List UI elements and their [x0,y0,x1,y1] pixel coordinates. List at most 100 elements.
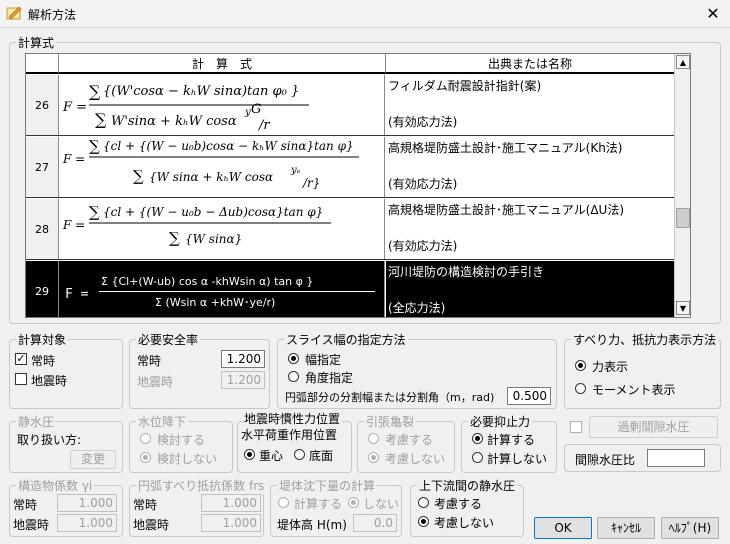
formula-29-denominator: Σ (Wsin α +khW･ye/r) [155,296,276,309]
display-label: すべり力、抵抗力表示方法 [571,331,719,348]
help-button[interactable]: ﾍﾙﾌﾟ(H) [661,517,719,539]
row-number: 29 [26,261,59,317]
scroll-down-icon[interactable]: ▼ [676,301,690,315]
safety-normal-input[interactable]: 1.200 [221,350,265,368]
restraint-label: 必要抑止力 [468,413,533,430]
water-drop-no-radio[interactable] [140,452,151,463]
target-label: 計算対象 [16,331,69,348]
water-drop-group: 水位降下 検討する 検討しない [129,413,233,473]
ok-button[interactable]: OK [534,517,592,539]
slice-angle-label: 角度指定 [305,371,354,385]
svg-text:∑: ∑ [133,167,144,185]
arc-normal-input[interactable]: 1.000 [201,494,261,512]
formula-29-bar [99,291,375,292]
excess-pore-checkbox[interactable] [570,421,582,433]
updown-label: 上下流間の静水圧 [417,477,518,494]
svg-text:{cl + {(W − u₀b − Δub)cosα}tan: {cl + {(W − u₀b − Δub)cosα}tan φ} [103,205,323,219]
updown-no-radio[interactable] [418,516,429,527]
crack-yes-radio[interactable] [368,433,379,444]
row-number: 26 [26,75,59,135]
restraint-no-radio[interactable] [472,452,483,463]
water-drop-yes-radio[interactable] [140,433,151,444]
arc-division-input[interactable]: 0.500 [507,387,551,405]
svg-text:F =: F = [62,100,87,115]
pore-ratio-group: 間隙水圧比 [564,444,721,472]
pore-ratio-input[interactable] [647,449,705,467]
svg-text:∑: ∑ [89,137,100,155]
close-button[interactable]: ✕ [700,2,726,26]
svg-text:/r: /r [257,118,270,133]
static-water-group: 静水圧 取り扱い方: 変更 [9,413,123,473]
inertia-label-1: 地震時慣性力位置 [242,412,343,426]
svg-text:yₑ: yₑ [290,165,301,176]
arc-quake-input[interactable]: 1.000 [201,514,261,532]
bottom-radio[interactable] [294,449,305,460]
height-input[interactable]: 0.0 [353,514,397,532]
quake-label: 地震時 [31,374,68,388]
svg-text:∑: ∑ [89,203,100,221]
table-row-27[interactable]: 27 F = ∑ {cl + {(W − u₀b)cosα − kₕW sinα… [26,137,674,198]
coef-normal-input[interactable]: 1.000 [57,494,117,512]
table-row-26[interactable]: 26 F = ∑ {(W'cosα − kₕW sinα)tan φ₀ } ∑ … [26,75,674,136]
formula-28-image: F = ∑ {cl + {(W − u₀b − Δub)cosα}tan φ} … [62,203,331,247]
coef-quake-label: 地震時 [13,518,50,532]
cancel-button[interactable]: ｷｬﾝｾﾙ [597,517,655,539]
source-name: 高規格堤防盛土設計･施工マニュアル(ΔU法) [388,203,624,217]
formula-cell: F = ∑ {cl + {(W − u₀b)cosα − kₕW sinα}ta… [59,137,385,197]
restraint-no-label: 計算しない [487,452,548,466]
table-row-28[interactable]: 28 F = ∑ {cl + {(W − u₀b − Δub)cosα}tan … [26,199,674,260]
slice-angle-radio[interactable] [288,371,299,382]
row-number: 27 [26,137,59,197]
force-radio[interactable] [575,360,586,371]
arc-resist-group: 円弧すべり抵抗係数 frs 常時 1.000 地震時 1.000 [129,477,267,537]
static-water-label: 静水圧 [16,413,57,430]
quake-checkbox[interactable] [15,373,27,385]
app-icon [6,6,22,20]
scroll-up-icon[interactable]: ▲ [676,55,690,69]
updown-group: 上下流間の静水圧 考慮する 考慮しない [410,477,524,537]
slice-group: スライス幅の指定方法 幅指定 角度指定 円弧部分の分割幅または分割角（m，rad… [277,331,557,409]
target-group: 計算対象 ✓ 常時 地震時 [9,331,123,409]
gravity-center-radio[interactable] [244,449,255,460]
moment-radio[interactable] [575,383,586,394]
formula-cell: F = Σ {Cl+(W-ub) cos α -khWsin α) tan φ … [59,261,385,317]
updown-yes-label: 考慮する [434,497,483,511]
force-label: 力表示 [592,360,629,374]
normal-checkbox[interactable]: ✓ [15,353,27,365]
svg-text:∑: ∑ [169,229,180,247]
slice-width-label: 幅指定 [305,353,342,367]
table-row-29[interactable]: 29 F = Σ {Cl+(W-ub) cos α -khWsin α) tan… [26,261,674,317]
static-water-change-button[interactable]: 変更 [70,450,116,469]
source-name: フィルダム耐震設計指針(案) [388,79,542,93]
header-num-cell [26,54,59,74]
settlement-no-radio[interactable] [348,497,359,508]
safety-label: 必要安全率 [136,331,201,348]
slice-width-radio[interactable] [288,353,299,364]
close-icon: ✕ [706,4,720,23]
svg-text:{W sinα}: {W sinα} [185,232,242,246]
settlement-group: 堤体沈下量の計算 計算する しない 堤体高 H(m) 0.0 [270,477,402,537]
header-source: 出典または名称 [386,54,674,74]
formula-26-image: F = ∑ {(W'cosα − kₕW sinα)tan φ₀ } ∑ W's… [62,82,309,133]
structure-coef-group: 構造物係数 γi 常時 1.000 地震時 1.000 [9,477,123,537]
settlement-yes-radio[interactable] [278,497,289,508]
title-bar: 解析方法 ✕ [0,0,730,28]
safety-normal-label: 常時 [137,354,162,368]
structure-coef-label: 構造物係数 γi [16,477,95,494]
svg-text:{W sinα + kₕW cosα: {W sinα + kₕW cosα [149,170,273,184]
safety-quake-label: 地震時 [137,375,174,389]
formula-29-f: F = [65,287,89,302]
arc-division-label: 円弧部分の分割幅または分割角（m，rad) [285,391,495,404]
excess-pore-button[interactable]: 過剰間隙水圧 [589,416,718,438]
vertical-scrollbar[interactable]: ▲ ▼ [674,54,690,317]
window-title: 解析方法 [28,8,77,22]
restraint-yes-radio[interactable] [472,433,483,444]
formula-27-image: F = ∑ {cl + {(W − u₀b)cosα − kₕW sinα}ta… [62,137,359,190]
crack-no-radio[interactable] [368,452,379,463]
scroll-thumb[interactable] [676,208,690,228]
formula-table[interactable]: 計 算 式 出典または名称 26 F = ∑ {(W'cosα − kₕW si… [25,53,691,318]
safety-quake-input[interactable]: 1.200 [221,371,265,389]
coef-quake-input[interactable]: 1.000 [57,514,117,532]
svg-text:∑: ∑ [89,82,101,101]
updown-yes-radio[interactable] [418,497,429,508]
